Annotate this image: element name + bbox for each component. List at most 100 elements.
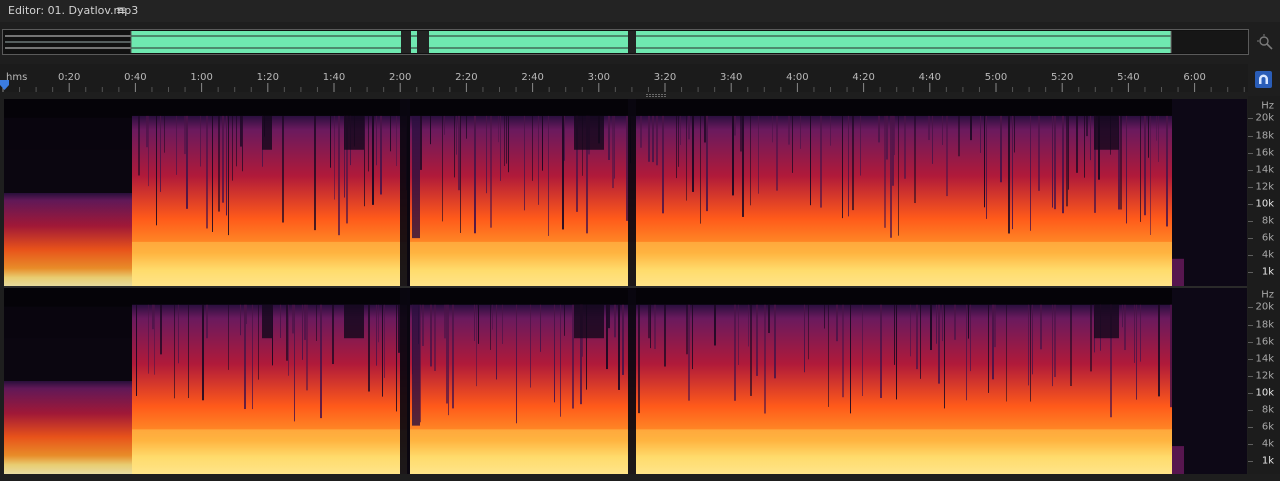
frequency-label: 14k [1255,164,1274,175]
spectrogram-texture [496,304,497,380]
spectrogram-texture [506,115,507,164]
frequency-tick [1248,118,1253,119]
frequency-label: 8k [1261,215,1274,227]
spectrogram-texture [500,115,501,181]
spectrogram-texture [968,304,969,339]
spectrogram-texture [332,304,334,365]
spectrogram-dark-block [1094,115,1119,150]
panel-menu-icon[interactable]: ≡ [116,3,126,17]
spectrogram-texture [456,115,457,155]
spectrogram-texture [688,304,690,401]
spectrogram-dark-block [262,115,272,150]
spectrogram-texture [1134,304,1135,363]
spectrogram-outro-tail [1172,258,1184,287]
spectrogram-texture [638,304,640,414]
spectrogram-texture [306,304,308,391]
ruler-tick-label: 3:20 [653,72,677,83]
spectrogram-texture [808,304,809,360]
spectrogram-texture [562,115,564,230]
spectrogram-texture [560,304,561,417]
spectrogram-gap [407,99,410,287]
spectrogram-dark-block [574,304,604,339]
spectrogram-texture [942,304,943,342]
spectrogram-texture [382,304,383,397]
spectrogram-texture [1014,115,1015,153]
spectrogram-texture [706,115,708,212]
spectrogram-texture [444,304,446,339]
spectrogram-texture [804,304,805,373]
spectrogram-texture [734,115,736,136]
spectrogram-texture [678,115,679,167]
spectrogram-texture [880,304,882,398]
spectrogram-channel-right[interactable] [4,288,1247,474]
spectrogram-texture [242,115,243,172]
spectrogram-texture [884,115,886,228]
spectrogram-texture [448,304,449,416]
frequency-tick [1248,169,1253,171]
spectrogram-intro-band [4,381,132,474]
ruler-tick-label: 6:00 [1183,72,1206,83]
spectrogram-texture [314,115,316,231]
ruler-tick-label: 1:40 [322,72,346,83]
spectrogram-texture [434,304,436,371]
frequency-label: 14k [1255,353,1274,364]
spectrogram-texture [540,304,541,352]
spectrogram-texture [202,304,204,401]
spectrogram-texture [608,115,610,160]
spectrogram-texture [1000,115,1002,183]
ruler-tick-label: 3:40 [719,72,743,83]
ruler-tick-label: 2:00 [388,72,412,83]
spectrogram-texture [1090,115,1091,161]
spectrogram-texture [152,304,154,330]
playhead-marker[interactable] [0,80,9,90]
spectrogram-texture [1054,304,1056,377]
spectrogram-texture [836,304,838,342]
frequency-tick [1248,307,1253,308]
overview-visible-range[interactable] [131,31,1171,53]
ruler-tick-label: 0:20 [57,72,81,83]
magnet-snap-glyph [1259,74,1268,84]
spectrogram-texture [1062,115,1064,214]
spectrogram-texture [688,115,690,140]
spectrogram-texture [442,115,443,222]
spectrogram-texture [272,304,273,366]
spectrogram-texture [538,115,539,205]
spectrogram-texture [246,304,247,324]
spectrogram-texture [1150,115,1151,235]
spectrogram-texture [734,304,736,401]
spectrogram-gap [628,99,636,287]
spectrogram-texture [396,304,397,412]
spectrogram-texture [160,115,161,192]
spectrogram-channel-left[interactable] [4,99,1247,287]
spectrogram-texture [764,304,766,414]
frequency-label: 16k [1255,336,1274,347]
spectrogram-texture [654,304,656,350]
zoom-navigate-icon[interactable] [1256,33,1274,51]
time-ruler[interactable]: hms 0:20 0:40 1:00 1:20 1:40 2:00 2:20 2:40 3:00… [0,64,1248,92]
frequency-label: 18k [1255,319,1274,330]
spectrogram-texture [330,115,331,168]
spectrogram-texture [1086,115,1088,137]
spectrogram-texture [508,115,509,173]
spectrogram-texture [384,304,385,378]
magnet-snap-icon[interactable] [1255,71,1272,88]
overview-waveform [3,30,1248,54]
panel-splitter-handle[interactable] [646,93,668,98]
spectrogram-texture [842,115,843,219]
spectrogram-texture [618,304,620,390]
frequency-label: 16k [1255,147,1274,158]
spectrogram-dark-block [344,115,364,150]
spectrogram-texture [146,115,148,148]
spectrogram-gap [628,288,636,474]
spectrogram-texture [258,304,259,380]
frequency-label: 18k [1255,130,1274,141]
spectrogram-texture [862,304,863,397]
overview-navigator[interactable] [2,29,1249,55]
frequency-tick [1248,238,1253,239]
spectrogram-texture [820,115,822,208]
spectrogram-texture [1122,304,1123,328]
spectrogram-texture [422,304,424,346]
spectrogram-texture [980,115,981,153]
spectrogram-texture [368,115,369,172]
frequency-tick [1248,393,1253,394]
